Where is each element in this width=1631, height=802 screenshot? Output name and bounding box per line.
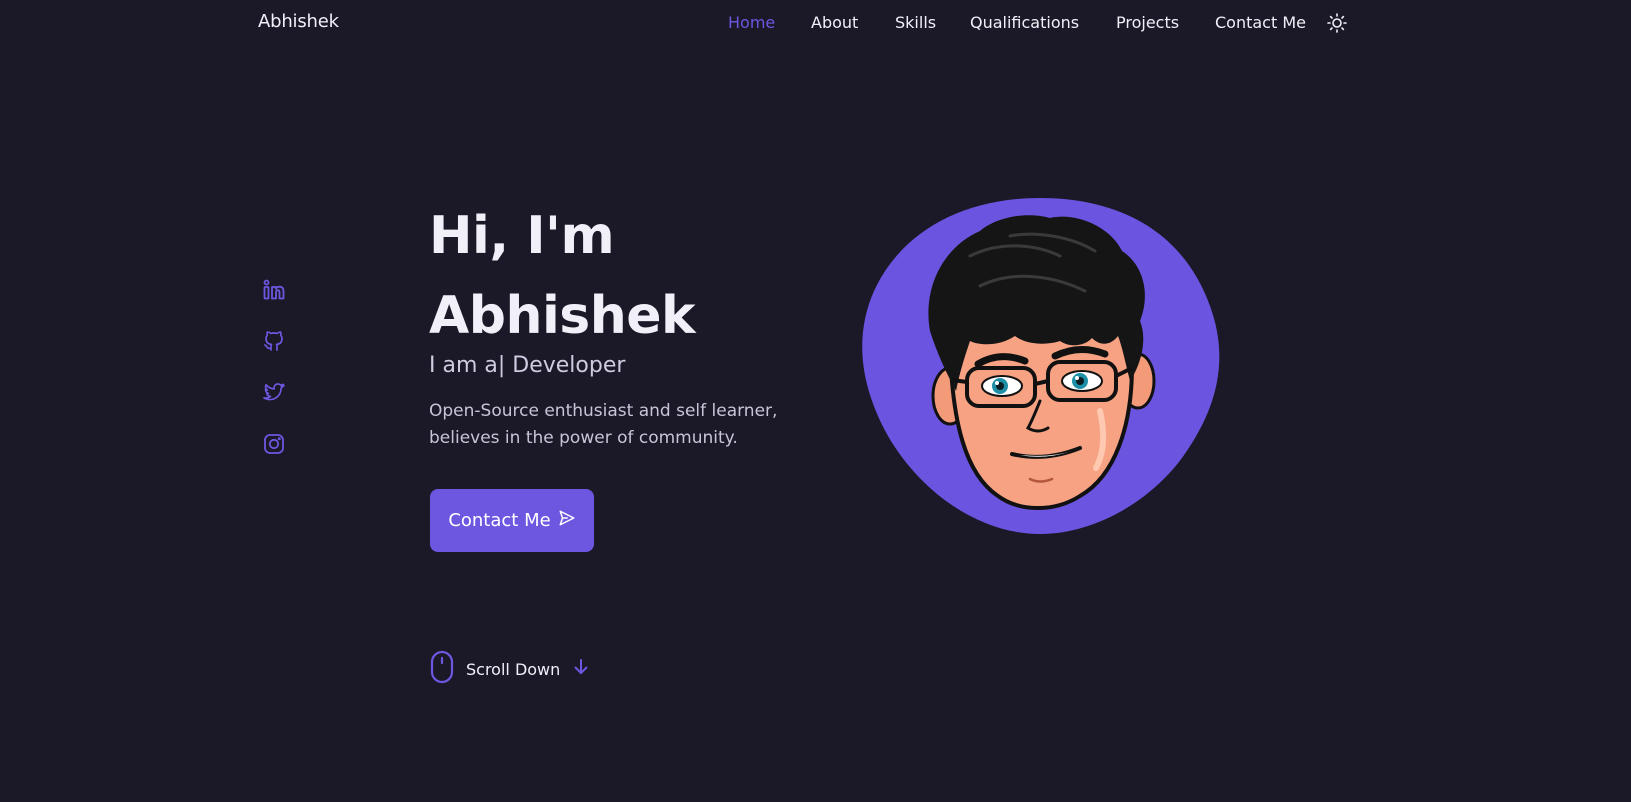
avatar-illustration (862, 198, 1220, 534)
hero-title: Hi, I'm Abhishek (429, 196, 696, 356)
hero-subtitle: I am a| Developer (429, 353, 626, 378)
page: Abhishek Home About Skills Qualification… (0, 0, 1631, 802)
contact-me-button[interactable]: Contact Me (430, 489, 594, 552)
hero-title-line2: Abhishek (429, 286, 696, 346)
sun-icon[interactable] (1327, 13, 1347, 33)
nav-contact[interactable]: Contact Me (1215, 13, 1306, 32)
nav-about[interactable]: About (811, 13, 858, 32)
mouse-icon (430, 650, 454, 688)
scroll-down-label: Scroll Down (466, 659, 561, 679)
hero-description-line1: Open-Source enthusiast and self learner, (429, 401, 778, 421)
nav-skills[interactable]: Skills (895, 13, 936, 32)
instagram-icon[interactable] (262, 432, 286, 456)
linkedin-icon[interactable] (262, 278, 286, 302)
main-nav: Home About Skills Qualifications Project… (0, 0, 1631, 46)
nav-qualifications[interactable]: Qualifications (970, 13, 1079, 32)
hero-description: Open-Source enthusiast and self learner,… (429, 398, 829, 452)
hero-title-line1: Hi, I'm (429, 206, 615, 266)
nav-home[interactable]: Home (728, 13, 775, 32)
profile-avatar (860, 196, 1226, 536)
nav-projects[interactable]: Projects (1116, 13, 1179, 32)
arrow-down-icon (574, 659, 588, 679)
send-icon (558, 509, 576, 532)
twitter-icon[interactable] (262, 380, 286, 404)
scroll-down-link[interactable]: Scroll Down (430, 650, 588, 688)
header: Abhishek Home About Skills Qualification… (0, 0, 1631, 46)
github-icon[interactable] (262, 329, 286, 353)
contact-me-label: Contact Me (448, 510, 551, 531)
hero-description-line2: believes in the power of community. (429, 428, 738, 448)
